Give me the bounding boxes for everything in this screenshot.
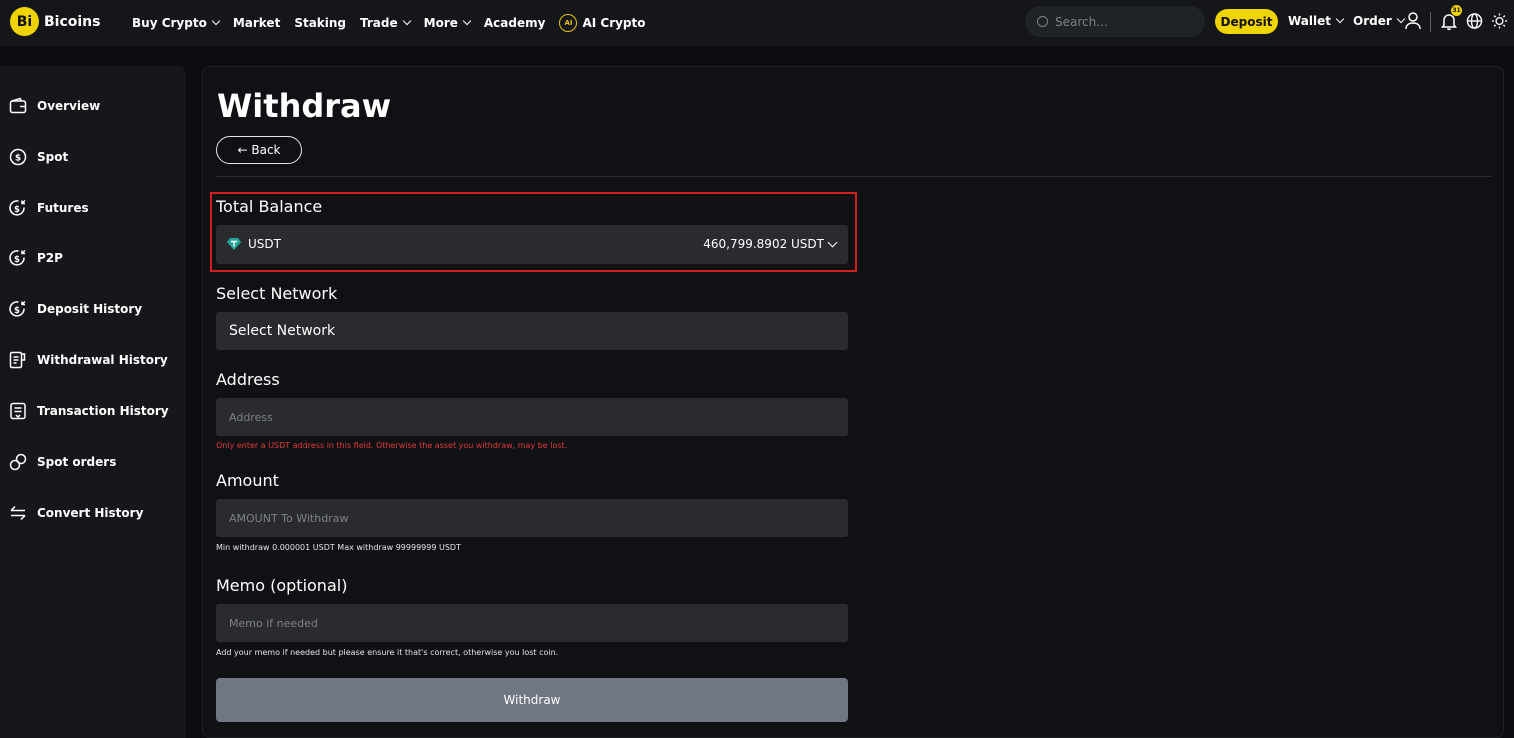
sidebar-item-label: Spot orders: [37, 455, 117, 469]
nav-item-label: Staking: [294, 16, 347, 30]
sidebar-item-withdrawal-history[interactable]: Withdrawal History: [9, 351, 168, 369]
nav-item-buy-crypto[interactable]: Buy Crypto: [132, 16, 221, 30]
coin-name: USDT: [248, 237, 281, 251]
theme-toggle-sun-icon[interactable]: [1491, 12, 1508, 30]
memo-label: Memo (optional): [216, 576, 348, 595]
svg-text:$: $: [14, 306, 20, 316]
network-select[interactable]: Select Network: [216, 312, 848, 350]
nav-item-label: Wallet: [1288, 14, 1332, 28]
amount-label: Amount: [216, 471, 279, 490]
coin-arrow-icon: $: [9, 249, 26, 266]
sidebar-item-label: Futures: [37, 201, 89, 215]
sidebar-item-convert-history[interactable]: Convert History: [9, 504, 143, 522]
nav-item-ai-crypto[interactable]: AI AI Crypto: [559, 14, 646, 32]
nav-item-market[interactable]: Market: [233, 16, 281, 30]
search-placeholder: Search...: [1055, 14, 1108, 29]
dollar-coin-icon: $: [9, 148, 27, 166]
nav-item-label: Market: [232, 16, 281, 30]
nav-item-trade[interactable]: Trade: [360, 16, 411, 30]
amount-limits: Min withdraw 0.000001 USDT Max withdraw …: [216, 543, 461, 552]
coin-arrow-icon: $: [9, 199, 26, 216]
nav-item-label: Academy: [483, 16, 546, 30]
withdraw-panel: Withdraw ← Back Total Balance USDT 460,7…: [202, 66, 1504, 738]
svg-text:$: $: [15, 154, 21, 164]
nav-item-order[interactable]: Order: [1353, 14, 1406, 28]
top-navigation-bar: Bi Bicoins Buy Crypto Market Staking Tra…: [0, 0, 1514, 46]
sidebar-item-label: Overview: [37, 99, 101, 113]
chevron-down-icon: [1396, 14, 1406, 24]
section-divider: [216, 176, 1492, 177]
nav-item-label: Buy Crypto: [132, 16, 207, 30]
account-nav: Wallet Order: [1288, 14, 1414, 28]
notification-badge: 31: [1451, 5, 1462, 16]
address-input[interactable]: Address: [216, 398, 848, 436]
sidebar-item-label: Withdrawal History: [37, 353, 168, 367]
sidebar-item-label: Convert History: [37, 506, 144, 520]
header-divider: [1430, 12, 1431, 32]
address-warning: Only enter a USDT address in this field.…: [216, 441, 568, 450]
sidebar-item-p2p[interactable]: $ P2P: [9, 249, 63, 267]
swap-arrows-icon: [10, 505, 26, 521]
network-label: Select Network: [216, 284, 338, 303]
svg-text:$: $: [14, 255, 20, 265]
chevron-down-icon: [1335, 14, 1345, 24]
sidebar-item-overview[interactable]: Overview: [9, 97, 100, 115]
brand-logo[interactable]: Bi Bicoins: [10, 7, 101, 36]
globe-icon[interactable]: [1466, 12, 1483, 30]
nav-item-label: Order: [1353, 14, 1392, 28]
sidebar-item-spot[interactable]: $ Spot: [9, 148, 68, 166]
brand-name: Bicoins: [44, 13, 101, 30]
balance-value: 460,799.8902 USDT: [703, 237, 824, 251]
nav-item-more[interactable]: More: [423, 16, 472, 30]
coin-arrow-icon: $: [9, 300, 26, 317]
ai-brain-icon: AI: [559, 14, 578, 32]
search-icon: [1037, 16, 1048, 27]
memo-input[interactable]: Memo if needed: [216, 604, 848, 642]
sidebar-item-deposit-history[interactable]: $ Deposit History: [9, 300, 142, 318]
nav-item-label: More: [423, 16, 458, 30]
document-icon: [10, 402, 26, 420]
nav-item-label: AI Crypto: [582, 16, 646, 30]
nav-item-staking[interactable]: Staking: [294, 16, 346, 30]
memo-note: Add your memo if needed but please ensur…: [216, 648, 559, 657]
chevron-down-icon: [462, 16, 472, 26]
sidebar-item-label: P2P: [37, 251, 63, 265]
withdraw-submit-button[interactable]: Withdraw: [216, 678, 848, 722]
sidebar-item-futures[interactable]: $ Futures: [9, 199, 89, 217]
search-input[interactable]: Search...: [1025, 6, 1205, 37]
total-balance-label: Total Balance: [216, 197, 323, 216]
coin-balance-select[interactable]: USDT 460,799.8902 USDT: [216, 225, 848, 264]
nav-item-wallet[interactable]: Wallet: [1288, 14, 1345, 28]
receipt-icon: [9, 351, 26, 369]
address-label: Address: [216, 370, 280, 389]
svg-text:$: $: [14, 205, 20, 215]
wallet-icon: [9, 97, 27, 114]
main-nav: Buy Crypto Market Staking Trade More Aca…: [132, 14, 660, 32]
chevron-down-icon: [827, 237, 838, 248]
chevron-down-icon: [211, 16, 221, 26]
sidebar-item-spot-orders[interactable]: Spot orders: [9, 453, 116, 471]
link-icon: [9, 453, 27, 471]
nav-item-label: Trade: [360, 16, 398, 30]
logo-mark: Bi: [10, 7, 39, 36]
sidebar-item-label: Spot: [37, 150, 69, 164]
user-icon[interactable]: [1405, 12, 1421, 30]
sidebar-item-transaction-history[interactable]: Transaction History: [9, 402, 169, 420]
nav-item-academy[interactable]: Academy: [484, 16, 546, 30]
page-title: Withdraw: [217, 87, 392, 125]
sidebar-item-label: Transaction History: [37, 404, 169, 418]
amount-input[interactable]: AMOUNT To Withdraw: [216, 499, 848, 537]
sidebar-item-label: Deposit History: [37, 302, 143, 316]
wallet-sidebar: Overview $ Spot $ Futures $ P2P $ Deposi…: [0, 66, 186, 738]
deposit-button[interactable]: Deposit: [1215, 9, 1278, 34]
back-button[interactable]: ← Back: [216, 136, 302, 164]
tether-gem-icon: [227, 238, 241, 250]
chevron-down-icon: [402, 16, 411, 26]
